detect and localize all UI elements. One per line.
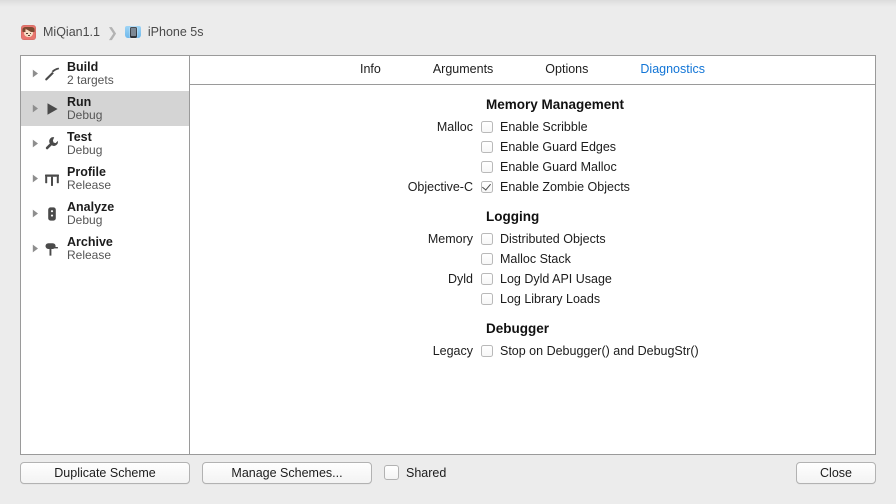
checkbox-malloc-stack[interactable] [481, 253, 493, 265]
section-heading-debugger: Debugger [486, 321, 875, 336]
checkbox-enable-zombie-objects[interactable] [481, 181, 493, 193]
section-heading-memory-management: Memory Management [486, 97, 875, 112]
sidebar-item-title: Build [67, 60, 114, 74]
microscope-icon [41, 205, 63, 223]
shared-checkbox-group[interactable]: Shared [384, 465, 446, 480]
scheme-detail-pane: InfoArgumentsOptionsDiagnostics Memory M… [190, 56, 875, 454]
checkbox-label-malloc-stack[interactable]: Malloc Stack [500, 252, 571, 266]
checkbox-enable-guard-malloc[interactable] [481, 161, 493, 173]
sidebar-item-subtitle: Release [67, 249, 113, 262]
sidebar-item-build[interactable]: Build2 targets [21, 56, 189, 91]
checkbox-label-enable-guard-malloc[interactable]: Enable Guard Malloc [500, 160, 617, 174]
sidebar-item-subtitle: Release [67, 179, 111, 192]
close-button[interactable]: Close [796, 462, 876, 484]
option-row: Malloc Enable Scribble [190, 117, 875, 137]
shared-checkbox-label: Shared [406, 466, 446, 480]
checkbox-log-library-loads[interactable] [481, 293, 493, 305]
sidebar-item-analyze[interactable]: AnalyzeDebug [21, 196, 189, 231]
option-row: Enable Guard Malloc [190, 157, 875, 177]
checkbox-label-enable-guard-edges[interactable]: Enable Guard Edges [500, 140, 616, 154]
tab-diagnostics[interactable]: Diagnostics [614, 60, 731, 78]
disclosure-triangle-icon[interactable] [29, 104, 41, 113]
checkbox-enable-guard-edges[interactable] [481, 141, 493, 153]
option-row: Memory Distributed Objects [190, 229, 875, 249]
duplicate-scheme-button[interactable]: Duplicate Scheme [20, 462, 190, 484]
scheme-editor-panel: Build2 targetsRunDebugTestDebugProfileRe… [20, 55, 876, 455]
breadcrumb: MiQian1.1 ❯ iPhone 5s [21, 22, 204, 42]
checkbox-label-enable-zombie-objects[interactable]: Enable Zombie Objects [500, 180, 630, 194]
breadcrumb-destination[interactable]: iPhone 5s [148, 25, 204, 39]
option-row-label: Objective-C [190, 180, 481, 194]
panel-button-bar: Duplicate Scheme Manage Schemes... Share… [0, 462, 896, 488]
scheme-action-list: Build2 targetsRunDebugTestDebugProfileRe… [21, 56, 190, 454]
tab-info[interactable]: Info [334, 60, 407, 78]
sidebar-item-subtitle: Debug [67, 144, 102, 157]
sidebar-item-subtitle: 2 targets [67, 74, 114, 87]
disclosure-triangle-icon[interactable] [29, 244, 41, 253]
checkbox-label-distributed-objects[interactable]: Distributed Objects [500, 232, 606, 246]
tab-options[interactable]: Options [519, 60, 614, 78]
option-row-label: Memory [190, 232, 481, 246]
disclosure-triangle-icon[interactable] [29, 209, 41, 218]
sidebar-item-run[interactable]: RunDebug [21, 91, 189, 126]
checkbox-label-enable-scribble[interactable]: Enable Scribble [500, 120, 588, 134]
app-dog-icon [21, 25, 36, 40]
checkbox-label-log-dyld-api-usage[interactable]: Log Dyld API Usage [500, 272, 612, 286]
option-row: Log Library Loads [190, 289, 875, 309]
option-row: Legacy Stop on Debugger() and DebugStr() [190, 341, 875, 361]
tab-arguments[interactable]: Arguments [407, 60, 519, 78]
archive-icon [41, 240, 63, 258]
shared-checkbox[interactable] [384, 465, 399, 480]
sidebar-item-title: Test [67, 130, 102, 144]
diagnostics-form: Memory Management Malloc Enable Scribble En… [190, 85, 875, 361]
sidebar-item-profile[interactable]: ProfileRelease [21, 161, 189, 196]
sidebar-item-title: Analyze [67, 200, 114, 214]
section-heading-logging: Logging [486, 209, 875, 224]
disclosure-triangle-icon[interactable] [29, 139, 41, 148]
chevron-right-icon: ❯ [107, 26, 118, 39]
option-row-label: Malloc [190, 120, 481, 134]
option-row: Enable Guard Edges [190, 137, 875, 157]
iphone-device-icon [125, 25, 141, 39]
option-row-label: Legacy [190, 344, 481, 358]
wrench-icon [41, 135, 63, 153]
hammer-icon [41, 65, 63, 83]
checkbox-distributed-objects[interactable] [481, 233, 493, 245]
gauge-icon [41, 170, 63, 188]
window-top-edge [0, 0, 896, 7]
option-row-label: Dyld [190, 272, 481, 286]
sidebar-item-subtitle: Debug [67, 214, 114, 227]
tab-bar: InfoArgumentsOptionsDiagnostics [190, 56, 875, 85]
sidebar-item-test[interactable]: TestDebug [21, 126, 189, 161]
sidebar-item-title: Run [67, 95, 102, 109]
sidebar-item-subtitle: Debug [67, 109, 102, 122]
sidebar-item-title: Profile [67, 165, 111, 179]
disclosure-triangle-icon[interactable] [29, 69, 41, 78]
checkbox-log-dyld-api-usage[interactable] [481, 273, 493, 285]
sidebar-item-archive[interactable]: ArchiveRelease [21, 231, 189, 266]
checkbox-stop-on-debugger-and-debugstr[interactable] [481, 345, 493, 357]
checkbox-label-log-library-loads[interactable]: Log Library Loads [500, 292, 600, 306]
option-row: Dyld Log Dyld API Usage [190, 269, 875, 289]
breadcrumb-project[interactable]: MiQian1.1 [43, 25, 100, 39]
option-row: Objective-C Enable Zombie Objects [190, 177, 875, 197]
checkbox-label-stop-on-debugger-and-debugstr[interactable]: Stop on Debugger() and DebugStr() [500, 344, 699, 358]
manage-schemes-button[interactable]: Manage Schemes... [202, 462, 372, 484]
disclosure-triangle-icon[interactable] [29, 174, 41, 183]
option-row: Malloc Stack [190, 249, 875, 269]
play-icon [41, 100, 63, 118]
sidebar-item-title: Archive [67, 235, 113, 249]
checkbox-enable-scribble[interactable] [481, 121, 493, 133]
